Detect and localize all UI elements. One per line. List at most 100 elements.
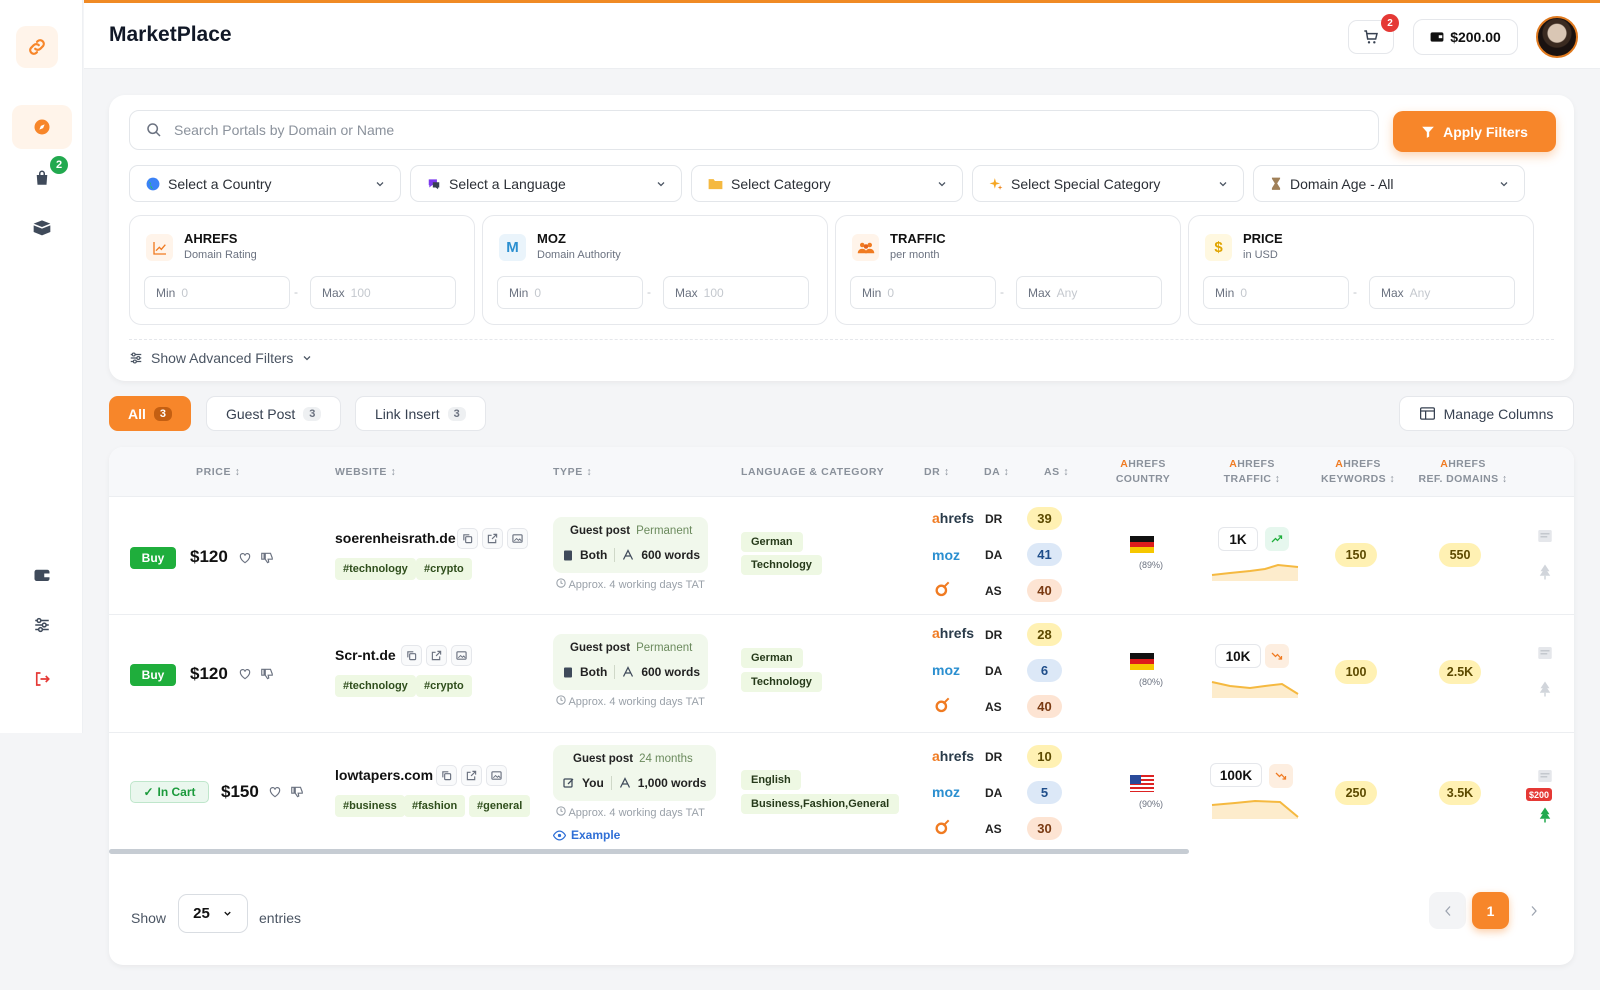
shopping-bag-icon (36, 170, 48, 185)
col-price[interactable]: PRICE ↕ (196, 466, 240, 478)
ahrefs-a: A (1440, 458, 1449, 470)
show-advanced-filters-toggle[interactable]: Show Advanced Filters (129, 350, 313, 366)
website-name[interactable]: soerenheisrath.de (335, 530, 456, 546)
sidebar-item-logout[interactable] (12, 657, 72, 701)
heart-icon[interactable] (268, 785, 282, 799)
tab-guest-post[interactable]: Guest Post 3 (206, 396, 342, 431)
sidebar-item-wallet[interactable] (12, 553, 72, 597)
traffic-max-input[interactable]: Max Any (1016, 276, 1162, 309)
tab-all[interactable]: All 3 (109, 396, 192, 431)
prev-page-button[interactable] (1429, 892, 1466, 929)
tab-link-insert[interactable]: Link Insert 3 (355, 396, 486, 431)
document-icon[interactable] (1536, 767, 1554, 785)
separator (614, 548, 616, 562)
wallet-balance-button[interactable]: $200.00 (1413, 19, 1518, 55)
clipboard-icon (564, 667, 572, 678)
document-icon[interactable] (1536, 644, 1554, 662)
screenshot-button[interactable] (451, 645, 472, 666)
buy-button[interactable]: Buy (130, 547, 176, 569)
moz-min-input[interactable]: Min 0 (497, 276, 643, 309)
col-da[interactable]: DA ↕ (984, 466, 1009, 478)
in-cart-label: In Cart (157, 785, 196, 799)
price-min-input[interactable]: Min 0 (1203, 276, 1349, 309)
entries-per-page-select[interactable]: 25 (178, 894, 248, 933)
open-link-button[interactable] (426, 645, 447, 666)
col-language-category: LANGUAGE & CATEGORY (741, 466, 885, 478)
col-as[interactable]: AS ↕ (1044, 466, 1069, 478)
sidebar-item-orders[interactable]: 2 (12, 156, 72, 200)
traffic-sparkline (1211, 799, 1299, 819)
in-cart-button[interactable]: ✓ In Cart (130, 781, 209, 803)
app-logo[interactable] (16, 26, 58, 68)
open-link-button[interactable] (461, 765, 482, 786)
special-category-select[interactable]: Select Special Category (972, 165, 1244, 202)
page-button-current[interactable]: 1 (1472, 892, 1509, 929)
website-name[interactable]: lowtapers.com (335, 767, 433, 783)
chevron-down-icon (376, 182, 384, 187)
thumbs-down-icon[interactable] (260, 551, 274, 565)
thumbs-down-icon[interactable] (260, 667, 274, 681)
da-value: 41 (1027, 543, 1062, 566)
chevron-down-icon (938, 182, 946, 187)
traffic-sparkline (1211, 681, 1299, 698)
ahrefs-max-input[interactable]: Max 100 (310, 276, 456, 309)
clock-icon (556, 695, 566, 705)
apply-filters-label: Apply Filters (1443, 123, 1528, 140)
ahrefs-min-input[interactable]: Min 0 (144, 276, 290, 309)
col-ahrefs-keywords[interactable]: AHREFS KEYWORDS ↕ (1303, 457, 1413, 487)
col-ahrefs-ref-domains[interactable]: AHREFS REF. DOMAINS ↕ (1408, 457, 1518, 487)
ahrefs-text: HREFS (1128, 458, 1166, 470)
germany-flag-icon (1130, 653, 1154, 670)
thumbs-down-icon[interactable] (290, 785, 304, 799)
type-duration: Permanent (636, 642, 693, 654)
document-icon[interactable] (1536, 527, 1554, 545)
price-filter: $ PRICE in USD Min 0 - Max Any (1188, 215, 1534, 325)
trend-down-icon (1265, 644, 1289, 668)
col-dr[interactable]: DR ↕ (924, 466, 950, 478)
ahrefs-logo: ahrefs (932, 748, 982, 764)
trend-down-icon (1269, 764, 1293, 788)
heart-icon[interactable] (238, 667, 252, 681)
search-input[interactable]: Search Portals by Domain or Name (129, 110, 1379, 150)
language-select[interactable]: Select a Language (410, 165, 682, 202)
copy-button[interactable] (457, 528, 478, 549)
screenshot-button[interactable] (486, 765, 507, 786)
col-ahrefs-traffic[interactable]: AHREFS TRAFFIC ↕ (1197, 457, 1307, 487)
heart-icon[interactable] (238, 551, 252, 565)
filter-icon (1422, 126, 1434, 138)
example-link[interactable]: Example (553, 828, 620, 842)
apply-filters-button[interactable]: Apply Filters (1393, 111, 1556, 152)
user-avatar[interactable] (1536, 16, 1578, 58)
ahrefs-a: A (1120, 458, 1129, 470)
domain-age-select[interactable]: Domain Age - All (1253, 165, 1525, 202)
col-sub-label: KEYWORDS ↕ (1320, 473, 1395, 485)
country-select[interactable]: Select a Country (129, 165, 401, 202)
table-header: PRICE ↕ WEBSITE ↕ TYPE ↕ LANGUAGE & CATE… (109, 447, 1574, 497)
buy-button[interactable]: Buy (130, 664, 176, 686)
website-name[interactable]: Scr-nt.de (335, 647, 396, 663)
box-icon (33, 220, 51, 236)
ref-domains-value: 550 (1439, 543, 1481, 567)
type-box: Guest post Permanent Both 600 words (553, 517, 708, 573)
traffic-min-input[interactable]: Min 0 (850, 276, 996, 309)
chevron-right-icon (1531, 905, 1537, 916)
copy-button[interactable] (436, 765, 457, 786)
open-link-button[interactable] (482, 528, 503, 549)
screenshot-button[interactable] (507, 528, 528, 549)
next-page-button[interactable] (1515, 892, 1552, 929)
price-max-input[interactable]: Max Any (1369, 276, 1515, 309)
sidebar-item-packages[interactable] (12, 205, 72, 249)
sidebar-item-explore[interactable] (12, 105, 72, 149)
da-label: DA (985, 548, 1003, 562)
moz-max-input[interactable]: Max 100 (663, 276, 809, 309)
col-website[interactable]: WEBSITE ↕ (335, 466, 396, 478)
col-type[interactable]: TYPE ↕ (553, 466, 592, 478)
horizontal-scrollbar[interactable] (109, 849, 1189, 854)
sidebar-item-settings[interactable] (12, 603, 72, 647)
price-value: $150 (221, 782, 259, 801)
copy-icon (442, 771, 452, 781)
col-sub-label: TRAFFIC ↕ (1223, 473, 1281, 485)
category-select[interactable]: Select Category (691, 165, 963, 202)
copy-button[interactable] (401, 645, 422, 666)
manage-columns-button[interactable]: Manage Columns (1399, 396, 1574, 431)
